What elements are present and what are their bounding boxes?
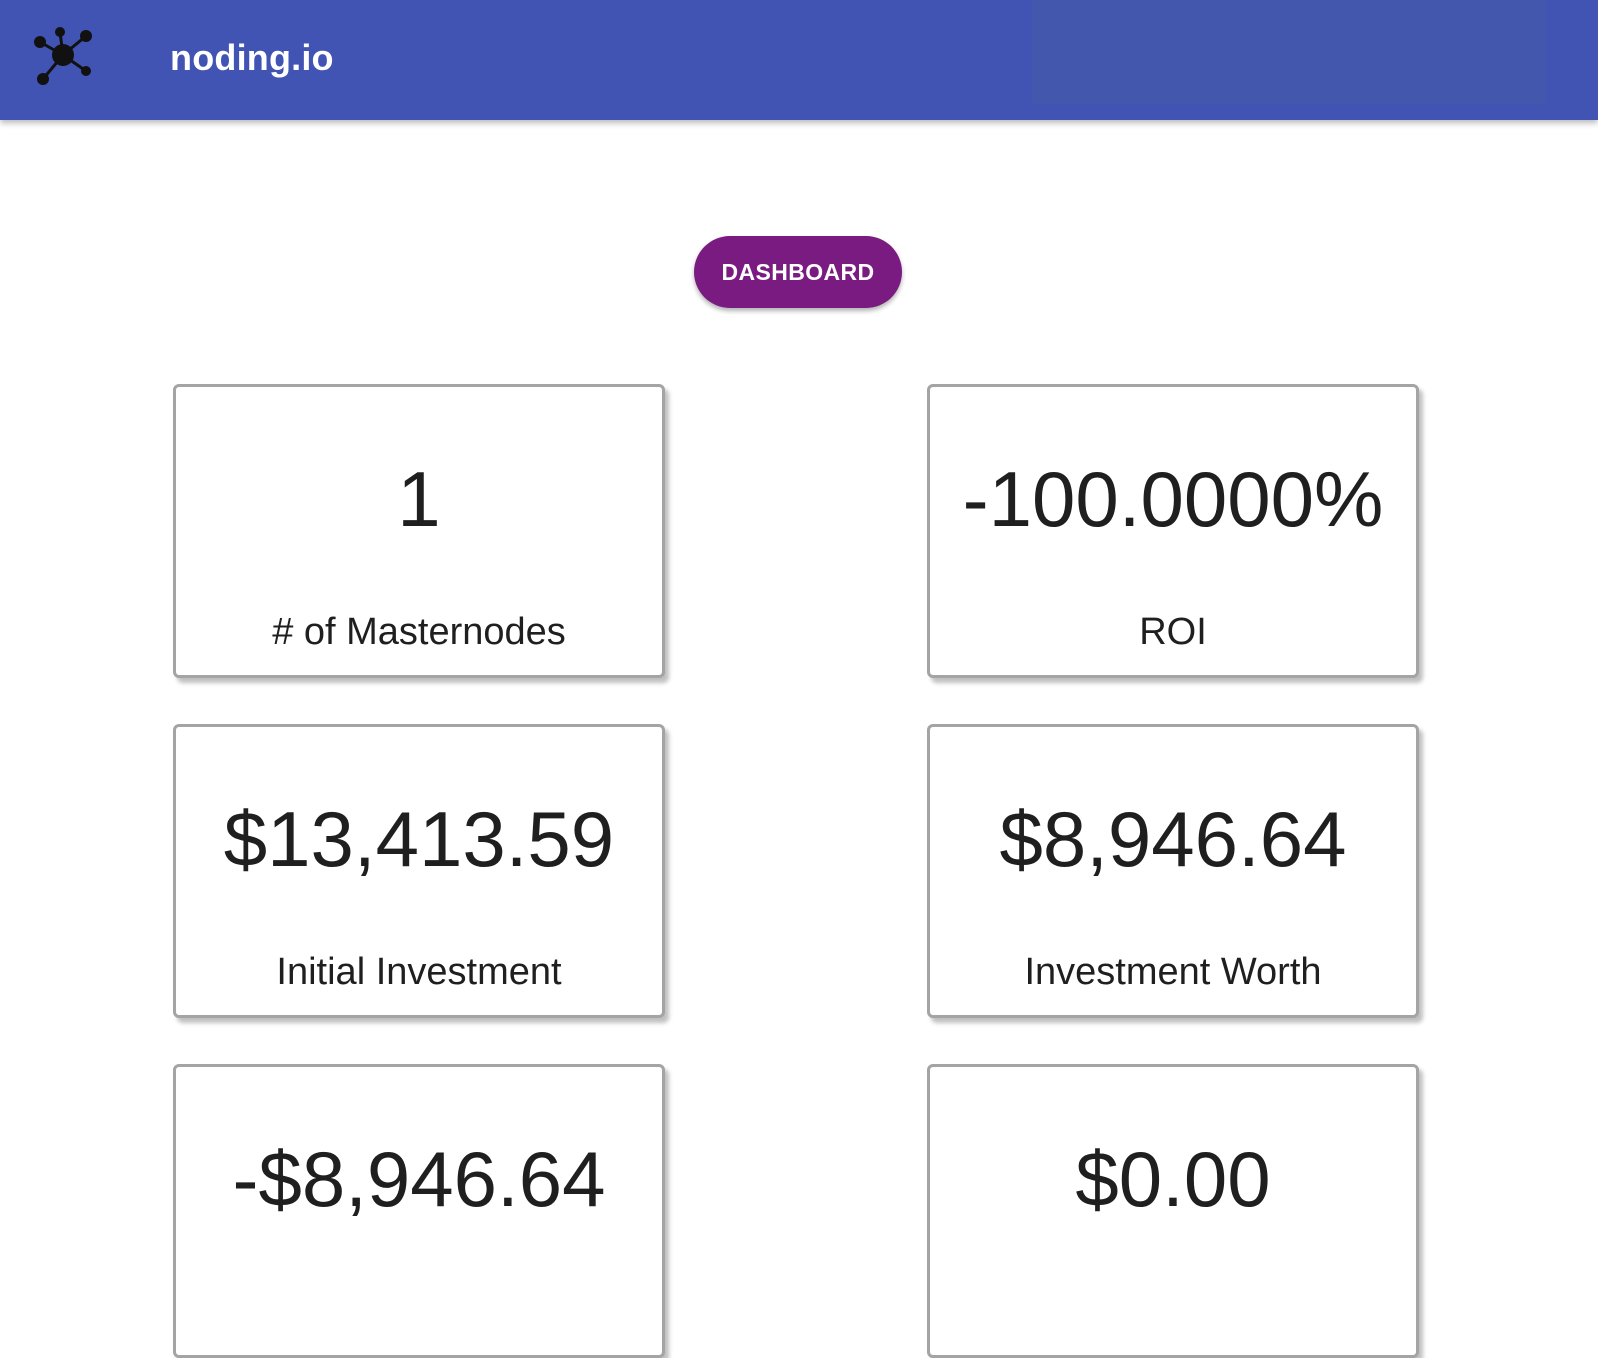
stat-card-6: $0.00 bbox=[927, 1064, 1419, 1358]
stat-card-5: -$8,946.64 bbox=[173, 1064, 665, 1358]
network-nodes-icon[interactable] bbox=[30, 24, 96, 90]
stat-card-masternodes: 1 # of Masternodes bbox=[173, 384, 665, 678]
stat-card-roi: -100.0000% ROI bbox=[927, 384, 1419, 678]
stat-value: $0.00 bbox=[1075, 1135, 1271, 1223]
stat-card-investment-worth: $8,946.64 Investment Worth bbox=[927, 724, 1419, 1018]
stat-label: # of Masternodes bbox=[272, 611, 566, 653]
stat-value: -$8,946.64 bbox=[232, 1135, 606, 1223]
stat-card-initial-investment: $13,413.59 Initial Investment bbox=[173, 724, 665, 1018]
dashboard-button[interactable]: DASHBOARD bbox=[694, 236, 902, 308]
stat-value: -100.0000% bbox=[962, 455, 1384, 543]
stat-value: $13,413.59 bbox=[223, 795, 615, 883]
stat-label: ROI bbox=[1139, 611, 1207, 653]
brand-title[interactable]: noding.io bbox=[170, 36, 334, 80]
stat-value: 1 bbox=[397, 455, 441, 543]
app-bar: noding.io bbox=[0, 0, 1598, 120]
stat-label: Investment Worth bbox=[1024, 951, 1322, 993]
stat-label: Initial Investment bbox=[276, 951, 562, 993]
stat-value: $8,946.64 bbox=[999, 795, 1347, 883]
header-search-area[interactable] bbox=[1032, 0, 1546, 104]
